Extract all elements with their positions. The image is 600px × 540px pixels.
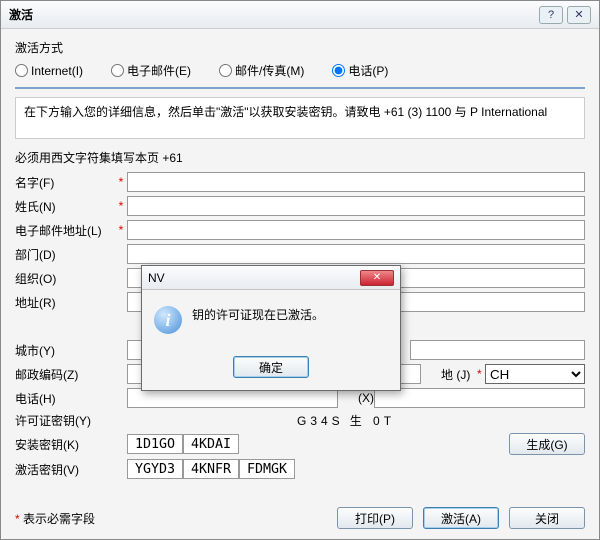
radio-phone-label: 电话(P) [348, 62, 388, 79]
activation-window: 激活 ? ✕ 激活方式 Internet(I) 电子邮件(E) 邮件/传真(M)… [0, 0, 600, 540]
dialog-title: NV [148, 271, 360, 285]
fax-label: (X) [358, 391, 374, 405]
radio-email-input[interactable] [111, 64, 124, 77]
license-key-value2: 生 0T [350, 412, 395, 429]
dialog-footer: 确定 [142, 350, 400, 390]
install-key-boxes [127, 434, 239, 454]
generate-button[interactable]: 生成(G) [509, 433, 585, 455]
activation-method-label: 激活方式 [15, 39, 585, 56]
country-select[interactable]: CH [485, 364, 585, 384]
req-star: * [115, 175, 127, 189]
radio-internet-input[interactable] [15, 64, 28, 77]
state-input[interactable] [410, 340, 585, 360]
info-glyph: i [165, 310, 170, 331]
close-icon: ✕ [373, 272, 381, 283]
required-note-text: 表示必需字段 [23, 512, 95, 526]
city-label: 城市(Y) [15, 342, 115, 359]
titlebar: 激活 ? ✕ [1, 1, 599, 29]
radio-phone-input[interactable] [332, 64, 345, 77]
first-name-label: 名字(F) [15, 174, 115, 191]
last-name-label: 姓氏(N) [15, 198, 115, 215]
activation-method-radios: Internet(I) 电子邮件(E) 邮件/传真(M) 电话(P) [15, 60, 585, 89]
radio-fax-input[interactable] [219, 64, 232, 77]
req-star: * [115, 199, 127, 213]
dialog-message: 钥的许可证现在已激活。 [192, 306, 324, 323]
dialog-ok-button[interactable]: 确定 [233, 356, 309, 378]
help-button[interactable]: ? [539, 6, 563, 24]
radio-fax[interactable]: 邮件/传真(M) [219, 62, 304, 79]
radio-internet-label: Internet(I) [31, 64, 83, 78]
org-label: 组织(O) [15, 270, 115, 287]
country-label: 地 (J) [441, 366, 470, 383]
activate-button[interactable]: 激活(A) [423, 507, 499, 529]
req-star: * [477, 367, 482, 381]
activation-key-boxes [127, 459, 295, 479]
dialog-body: i 钥的许可证现在已激活。 [142, 290, 400, 350]
close-button[interactable]: 关闭 [509, 507, 585, 529]
radio-email[interactable]: 电子邮件(E) [111, 62, 191, 79]
radio-fax-label: 邮件/传真(M) [235, 62, 304, 79]
license-key-value1: G34S [297, 414, 344, 428]
first-name-input[interactable] [127, 172, 585, 192]
charset-note: 必须用西文字符集填写本页 +61 [15, 149, 585, 166]
req-star: * [115, 223, 127, 237]
fax-input[interactable] [374, 388, 585, 408]
email-input[interactable] [127, 220, 585, 240]
radio-email-label: 电子邮件(E) [127, 62, 191, 79]
radio-internet[interactable]: Internet(I) [15, 64, 83, 78]
required-note: * 表示必需字段 [15, 510, 327, 527]
activation-key-seg2[interactable] [183, 459, 239, 479]
window-title: 激活 [9, 6, 535, 23]
print-button[interactable]: 打印(P) [337, 507, 413, 529]
dialog-close-button[interactable]: ✕ [360, 270, 394, 286]
address-label: 地址(R) [15, 294, 115, 311]
close-icon: ✕ [574, 8, 583, 21]
confirmation-dialog: NV ✕ i 钥的许可证现在已激活。 确定 [141, 265, 401, 391]
help-icon: ? [548, 9, 554, 21]
department-label: 部门(D) [15, 246, 115, 263]
close-window-button[interactable]: ✕ [567, 6, 591, 24]
phone-label: 电话(H) [15, 390, 115, 407]
install-key-label: 安装密钥(K) [15, 436, 115, 453]
install-key-seg1[interactable] [127, 434, 183, 454]
dialog-titlebar: NV ✕ [142, 266, 400, 290]
phone-input[interactable] [127, 388, 338, 408]
info-icon: i [154, 306, 182, 334]
postal-label: 邮政编码(Z) [15, 366, 115, 383]
license-key-label: 许可证密钥(Y) [15, 412, 115, 429]
radio-phone[interactable]: 电话(P) [332, 62, 388, 79]
install-key-seg2[interactable] [183, 434, 239, 454]
last-name-input[interactable] [127, 196, 585, 216]
activation-key-seg3[interactable] [239, 459, 295, 479]
content-area: 激活方式 Internet(I) 电子邮件(E) 邮件/传真(M) 电话(P) … [1, 29, 599, 493]
instruction-box: 在下方输入您的详细信息，然后单击"激活"以获取安装密钥。请致电 +61 (3) … [15, 97, 585, 139]
req-star: * [15, 512, 20, 526]
footer: * 表示必需字段 打印(P) 激活(A) 关闭 [15, 507, 585, 529]
department-input[interactable] [127, 244, 585, 264]
email-label: 电子邮件地址(L) [15, 222, 115, 239]
activation-key-label: 激活密钥(V) [15, 461, 115, 478]
activation-key-seg1[interactable] [127, 459, 183, 479]
